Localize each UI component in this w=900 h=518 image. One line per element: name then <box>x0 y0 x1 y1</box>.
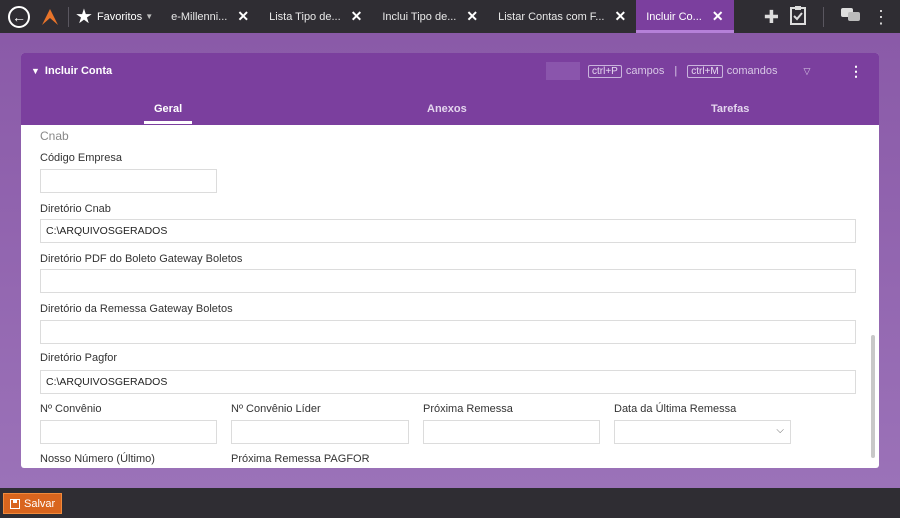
tab-tarefas[interactable]: Tarefas <box>711 103 749 115</box>
diretorio-remessa-label: Diretório da Remessa Gateway Boletos <box>40 303 233 315</box>
tab-label: e-Millenni... <box>171 10 228 23</box>
favorites-menu[interactable]: ★ Favoritos ▼ <box>75 7 153 27</box>
diretorio-pagfor-input[interactable]: C:\ARQUIVOSGERADOS <box>40 370 856 394</box>
tab-label: Inclui Tipo de... <box>382 10 457 23</box>
clipboard-check-icon[interactable] <box>789 5 807 28</box>
tab-lista-tipo[interactable]: Lista Tipo de... ✕ <box>259 0 372 33</box>
panel-header: ▼ Incluir Conta ctrl+P campos | ctrl+M c… <box>21 53 879 125</box>
save-button[interactable]: Salvar <box>3 493 63 514</box>
pipe-separator: | <box>674 65 678 77</box>
workspace: ▼ Incluir Conta ctrl+P campos | ctrl+M c… <box>0 33 900 488</box>
panel-tabs: Geral Anexos Tarefas <box>21 97 879 125</box>
collapse-triangle-icon[interactable]: ▼ <box>31 66 40 76</box>
tab-emillennium[interactable]: e-Millenni... ✕ <box>161 0 259 33</box>
chevron-down-icon: ⌵ <box>776 425 784 436</box>
num-convenio-label: Nº Convênio <box>40 403 102 415</box>
shortcut-commands-label: comandos <box>726 65 778 77</box>
shortcut-commands-key: ctrl+M <box>687 64 723 78</box>
tab-geral-label: Geral <box>154 103 183 115</box>
top-actions: ✚ ⋮ <box>764 0 900 33</box>
app-logo-icon[interactable] <box>38 5 62 29</box>
tab-incluir-conta[interactable]: Incluir Co... ✕ <box>636 0 734 33</box>
diretorio-remessa-input[interactable] <box>40 320 856 344</box>
tab-label: Listar Contas com F... <box>498 10 605 23</box>
panel-kebab-icon[interactable]: ⋮ <box>849 63 863 80</box>
close-icon[interactable]: ✕ <box>712 8 724 25</box>
divider <box>68 6 69 27</box>
proxima-remessa-input[interactable] <box>423 420 600 444</box>
diretorio-pdf-label: Diretório PDF do Boleto Gateway Boletos <box>40 253 243 265</box>
shortcut-fields-key: ctrl+P <box>588 64 622 78</box>
active-tab-underline <box>144 121 193 124</box>
tab-label: Lista Tipo de... <box>269 10 341 23</box>
plus-icon[interactable]: ✚ <box>764 8 779 26</box>
back-arrow-icon[interactable]: ← <box>8 5 30 28</box>
codigo-empresa-label: Código Empresa <box>40 152 122 164</box>
num-convenio-input[interactable] <box>40 420 217 444</box>
floppy-disk-icon <box>10 498 20 509</box>
favorites-label: Favoritos <box>96 10 143 23</box>
proxima-remessa-label: Próxima Remessa <box>423 403 513 415</box>
top-tab-bar: ← ★ Favoritos ▼ e-Millenni... ✕ Lista Ti… <box>0 0 900 33</box>
diretorio-pagfor-label: Diretório Pagfor <box>40 352 118 364</box>
panel-title-text: Incluir Conta <box>44 65 113 77</box>
close-icon[interactable]: ✕ <box>614 8 626 25</box>
diretorio-cnab-input[interactable]: C:\ARQUIVOSGERADOS <box>40 219 856 243</box>
num-convenio-lider-label: Nº Convênio Líder <box>231 403 321 415</box>
save-label: Salvar <box>24 497 56 510</box>
diretorio-cnab-label: Diretório Cnab <box>40 203 111 215</box>
command-bar[interactable]: ctrl+P campos | ctrl+M comandos ▽ <box>546 62 810 80</box>
close-icon[interactable]: ✕ <box>351 8 363 25</box>
tab-geral[interactable]: Geral <box>144 103 193 124</box>
data-ultima-remessa-select[interactable]: ⌵ <box>614 420 791 444</box>
include-account-panel: ▼ Incluir Conta ctrl+P campos | ctrl+M c… <box>21 53 879 468</box>
bottom-bar: Salvar <box>0 488 900 518</box>
divider <box>823 6 824 27</box>
close-icon[interactable]: ✕ <box>237 8 249 25</box>
close-icon[interactable]: ✕ <box>466 8 478 25</box>
tab-listar-contas[interactable]: Listar Contas com F... ✕ <box>488 0 636 33</box>
tab-inclui-tipo[interactable]: Inclui Tipo de... ✕ <box>372 0 488 33</box>
tab-tarefas-label: Tarefas <box>711 103 750 115</box>
diretorio-pdf-input[interactable] <box>40 269 856 293</box>
tab-anexos[interactable]: Anexos <box>427 103 467 115</box>
tab-anexos-label: Anexos <box>427 103 467 115</box>
chevron-down-icon[interactable]: ▽ <box>804 66 811 77</box>
proxima-remessa-pagfor-label: Próxima Remessa PAGFOR <box>231 453 370 465</box>
section-title: Cnab <box>40 129 69 143</box>
chat-icon[interactable] <box>840 6 862 27</box>
kebab-menu-icon[interactable]: ⋮ <box>872 8 890 26</box>
form-body: Cnab Código Empresa Diretório Cnab C:\AR… <box>21 125 879 468</box>
panel-title[interactable]: ▼ Incluir Conta <box>31 65 112 77</box>
shortcut-fields-label: campos <box>625 65 665 77</box>
codigo-empresa-input[interactable] <box>40 169 217 193</box>
data-ultima-remessa-label: Data da Última Remessa <box>614 403 737 415</box>
command-input[interactable] <box>546 62 580 80</box>
num-convenio-lider-input[interactable] <box>231 420 409 444</box>
scrollbar-thumb[interactable] <box>871 335 875 458</box>
chevron-down-icon: ▼ <box>145 12 154 21</box>
nosso-numero-label: Nosso Número (Último) <box>40 453 155 465</box>
tab-label: Incluir Co... <box>646 10 702 23</box>
star-icon: ★ <box>75 5 93 28</box>
